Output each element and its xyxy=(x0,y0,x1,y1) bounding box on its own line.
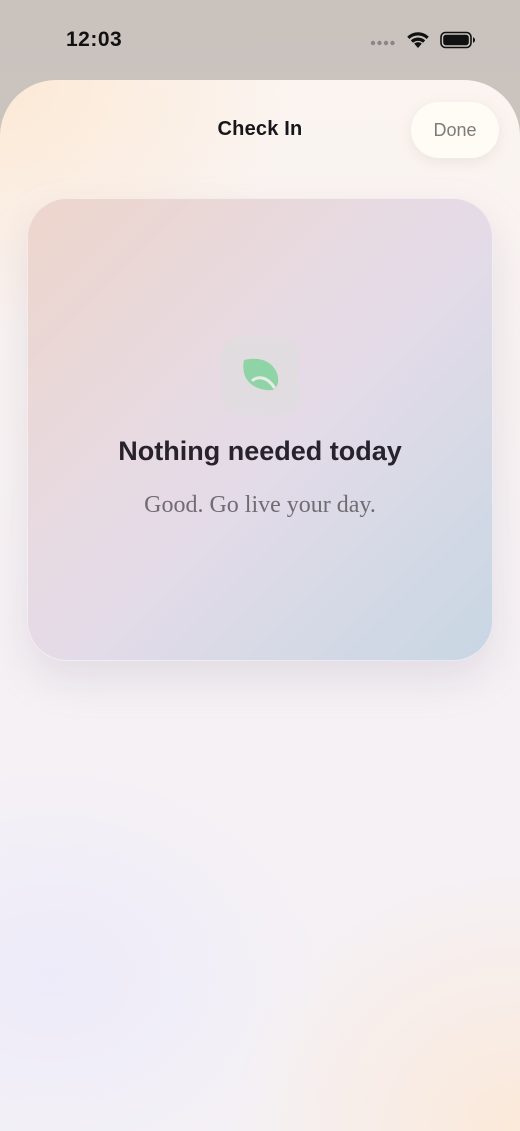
wifi-icon xyxy=(406,31,430,54)
status-card: Nothing needed today Good. Go live your … xyxy=(27,198,493,661)
leaf-icon xyxy=(239,355,281,398)
status-time: 12:03 xyxy=(66,28,123,51)
battery-icon xyxy=(440,31,476,54)
check-in-sheet: Check In Done Nothing needed today Good.… xyxy=(0,80,520,1131)
leaf-icon-tile xyxy=(221,337,299,415)
done-button[interactable]: Done xyxy=(411,102,499,158)
signal-dots-icon xyxy=(370,33,396,51)
status-bar: 12:03 xyxy=(0,0,520,80)
card-title: Nothing needed today xyxy=(118,436,402,466)
card-subtitle: Good. Go live your day. xyxy=(144,492,376,518)
screen: 12:03 Check In Done Nothing needed today… xyxy=(0,0,520,1131)
status-icons xyxy=(370,31,476,53)
